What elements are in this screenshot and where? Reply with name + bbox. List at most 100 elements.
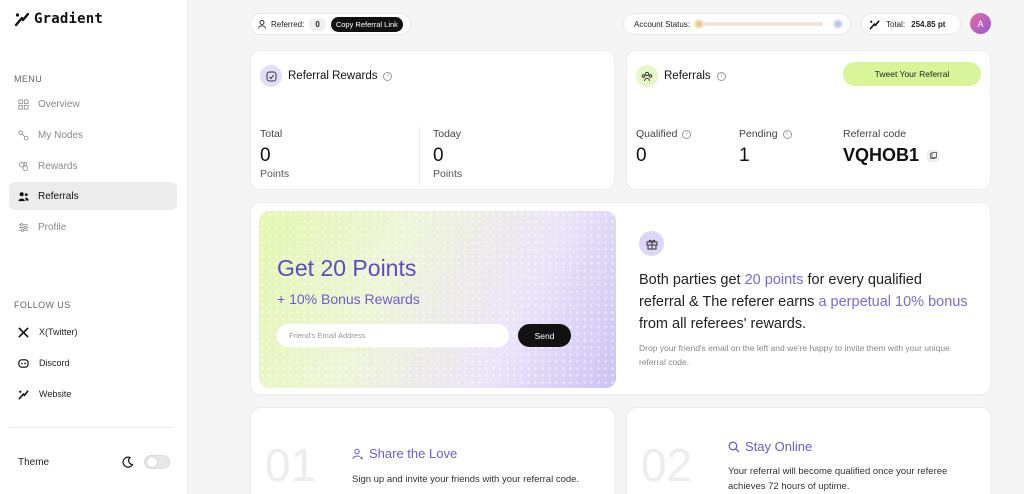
referral-code-row: VQHOB1: [843, 145, 940, 166]
gift-icon: [639, 231, 664, 256]
today-stat-value: 0: [433, 145, 444, 166]
step-title-row: Stay Online: [728, 439, 812, 454]
copy-referral-link-button[interactable]: Copy Referral Link: [330, 16, 403, 32]
moon-icon: [122, 456, 134, 468]
promo-text-part: from all referees' rewards.: [639, 316, 807, 332]
referred-count: 0: [309, 17, 326, 31]
tweet-your-referral-button[interactable]: Tweet Your Referral: [843, 62, 981, 86]
promo-highlight-points: 20 points: [744, 272, 804, 288]
follow-twitter-link[interactable]: X(Twitter): [9, 319, 177, 345]
step-title-row: Share the Love: [352, 446, 457, 461]
referred-pill: Referred: 0 Copy Referral Link: [250, 13, 411, 35]
step-number: 02: [641, 439, 693, 491]
referrals-group-icon: [636, 65, 658, 87]
status-end-dot: [833, 19, 843, 29]
info-icon[interactable]: i: [682, 129, 692, 139]
referral-rewards-header: Referral Rewards i: [260, 65, 393, 87]
total-value: 254.85 pt: [911, 19, 946, 29]
copy-icon[interactable]: [927, 149, 940, 162]
user-icon: [258, 19, 266, 29]
referrals-header: Referrals i: [636, 65, 726, 87]
step-description: Sign up and invite your friends with you…: [352, 474, 580, 485]
theme-label: Theme: [18, 456, 50, 468]
total-stat-label: Total: [260, 128, 283, 140]
account-status-slider: [694, 19, 823, 29]
info-icon[interactable]: i: [782, 129, 792, 139]
sidebar-item-label: Referrals: [38, 190, 79, 202]
sidebar-item-overview[interactable]: Overview: [9, 90, 177, 118]
logo[interactable]: Gradient: [14, 11, 103, 27]
search-icon: [728, 441, 740, 452]
total-label: Total:: [886, 19, 906, 29]
reward-badge-icon: [260, 65, 282, 87]
pending-stat-label-row: Pending i: [739, 128, 792, 140]
gradient-logo-icon: [14, 12, 30, 27]
referral-rewards-card: Referral Rewards i Total 0 Points Today …: [250, 50, 615, 190]
total-stat-value: 0: [260, 145, 271, 166]
theme-toggle[interactable]: [144, 455, 170, 469]
referral-code-stat: Referral code VQHOB1: [843, 128, 940, 166]
today-stat-unit: Points: [433, 168, 463, 180]
sidebar: Gradient MENU Overview My Nodes Rewards …: [0, 0, 188, 494]
pending-stat: Pending i 1: [739, 128, 792, 167]
step-description: Your referral will become qualified once…: [728, 466, 948, 492]
nodes-icon: [18, 129, 29, 141]
promo-text-part: Both parties get: [639, 272, 745, 288]
account-status-knob: [694, 19, 705, 29]
promo-title: Get 20 Points: [277, 255, 417, 281]
referred-label: Referred:: [271, 19, 305, 29]
account-status-pill: Account Status:: [623, 13, 851, 35]
logo-text: Gradient: [34, 11, 104, 27]
referral-code-value: VQHOB1: [843, 145, 920, 165]
sidebar-item-rewards[interactable]: Rewards: [9, 152, 177, 180]
promo-panel: Get 20 Points + 10% Bonus Rewards Send: [259, 211, 616, 388]
sidebar-item-label: My Nodes: [38, 129, 84, 141]
sidebar-item-my-nodes[interactable]: My Nodes: [9, 121, 177, 149]
step-card-share: 01 Share the Love Sign up and invite you…: [250, 407, 615, 494]
step-number: 01: [265, 439, 317, 491]
step-title: Share the Love: [369, 446, 458, 461]
referrals-title: Referrals: [664, 70, 711, 82]
toggle-knob: [147, 457, 157, 467]
divider: [419, 127, 420, 185]
qualified-stat-value: 0: [636, 145, 647, 166]
x-twitter-icon: [18, 326, 29, 338]
follow-website-link[interactable]: Website: [9, 381, 177, 407]
follow-label: X(Twitter): [39, 327, 78, 337]
send-button[interactable]: Send: [518, 324, 571, 347]
sidebar-item-label: Overview: [38, 98, 80, 110]
follow-discord-link[interactable]: Discord: [9, 350, 177, 376]
menu-label: MENU: [14, 74, 43, 84]
step-card-online: 02 Stay Online Your referral will become…: [626, 407, 991, 494]
pending-stat-label: Pending: [739, 128, 778, 140]
referrals-card: Referrals i Tweet Your Referral Qualifie…: [626, 50, 991, 190]
sidebar-item-label: Profile: [38, 221, 67, 233]
follow-us-label: FOLLOW US: [14, 300, 71, 310]
today-stat: Today 0 Points: [433, 128, 462, 180]
qualified-stat-label-row: Qualified i: [636, 128, 692, 140]
qualified-stat: Qualified i 0: [636, 128, 692, 167]
user-heart-icon: [352, 448, 363, 459]
sidebar-item-profile[interactable]: Profile: [9, 213, 177, 241]
step-title: Stay Online: [745, 439, 813, 454]
total-stat-unit: Points: [260, 168, 290, 180]
promo-highlight-bonus: a perpetual 10% bonus: [818, 294, 968, 310]
divider: [9, 427, 172, 428]
promo-note: Drop your friend's email on the left and…: [639, 343, 950, 367]
referral-code-label: Referral code: [843, 128, 907, 140]
total-stat: Total 0 Points: [260, 128, 289, 180]
info-icon[interactable]: i: [716, 71, 726, 81]
avatar[interactable]: A: [970, 13, 991, 34]
sidebar-item-referrals[interactable]: Referrals: [9, 182, 177, 210]
invite-promo-card: Get 20 Points + 10% Bonus Rewards Send B…: [250, 202, 991, 395]
theme-row: Theme: [18, 453, 170, 471]
friend-email-input[interactable]: [277, 324, 509, 347]
rewards-icon: [18, 161, 29, 171]
grid-icon: [18, 98, 29, 110]
pending-stat-value: 1: [739, 145, 750, 166]
info-icon[interactable]: i: [383, 71, 393, 81]
follow-label: Discord: [39, 358, 70, 368]
users-icon: [18, 191, 29, 201]
total-points-pill: Total: 254.85 pt: [861, 13, 961, 35]
today-stat-label: Today: [433, 128, 462, 140]
